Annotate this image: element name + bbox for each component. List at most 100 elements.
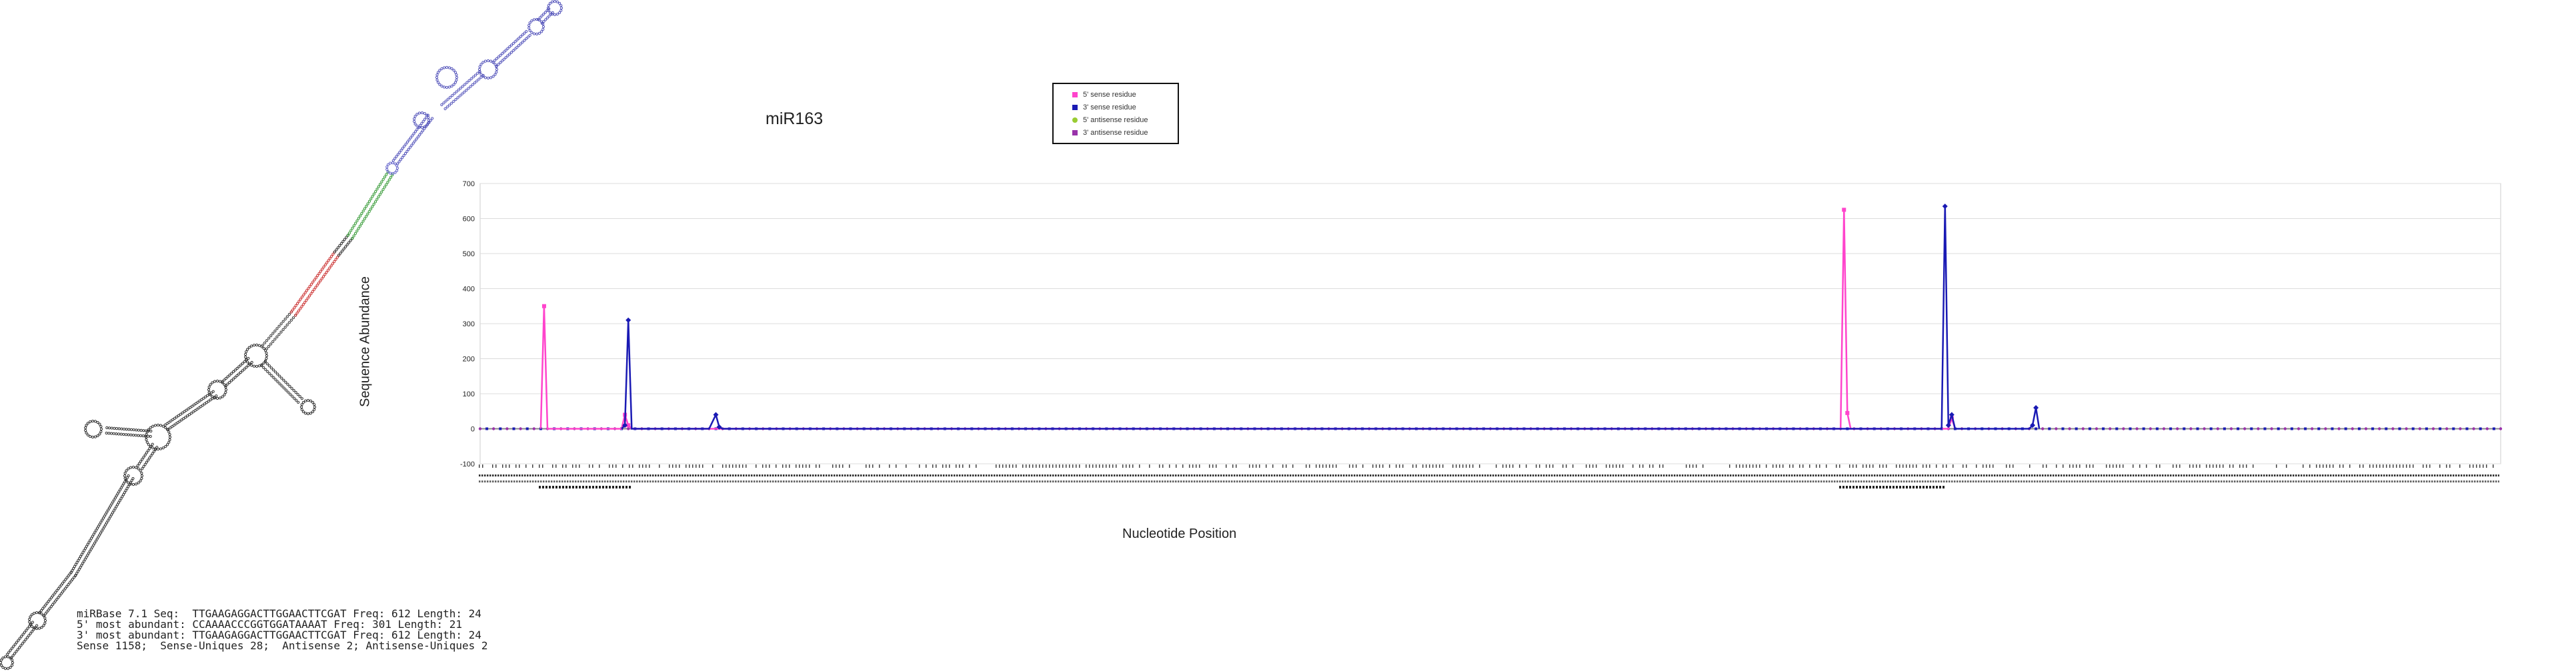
alignment-dot [1252,480,1254,482]
alignment-dot [983,474,985,476]
alignment-tick [509,464,510,468]
read-mark [575,486,577,488]
alignment-tick [1139,464,1140,468]
base [0,661,3,665]
alignment-dot [1236,474,1238,476]
base [365,215,368,218]
alignment-dot [572,474,574,476]
base [283,318,287,321]
alignment-dot [2287,474,2289,476]
alignment-dot [1900,480,1902,482]
alignment-dot [1007,474,1009,476]
alignment-dot [732,480,734,482]
alignment-dot [2455,480,2457,482]
base [224,376,227,380]
alignment-dot [1399,474,1401,476]
base [471,75,475,79]
alignment-dot [1708,480,1710,482]
alignment-dot [1332,474,1334,476]
base [28,620,31,624]
alignment-dot [732,474,734,476]
base [99,430,103,433]
alignment-dot [1983,474,1985,476]
alignment-dot [2405,474,2407,476]
alignment-dot [900,480,902,482]
alignment-dot [1591,480,1593,482]
base [377,195,380,199]
alignment-dot [2399,480,2401,482]
alignment-tick [1282,464,1284,468]
base [415,124,419,127]
alignment-dot [1306,480,1308,482]
base [525,37,528,41]
alignment-dot [1898,474,1900,476]
alignment-dot [2018,474,2020,476]
alignment-dot [1642,480,1644,482]
alignment-dot [1970,480,1972,482]
alignment-dot [1111,480,1113,482]
alignment-dot [1751,480,1753,482]
base [250,344,253,348]
alignment-dot [1959,474,1961,476]
base [289,318,293,322]
base [215,396,219,400]
alignment-dot [615,474,617,476]
alignment-dot [906,480,908,482]
baseline-point [2257,427,2260,430]
alignment-dot [1623,480,1625,482]
alignment-tick [996,464,997,468]
read-mark [1866,486,1868,488]
alignment-dot [1911,480,1913,482]
alignment-dot [1738,474,1740,476]
alignment-dot [1183,480,1185,482]
alignment-dot [1570,480,1572,482]
alignment-dot [1879,480,1881,482]
alignment-dot [505,474,507,476]
base [523,39,526,42]
alignment-dot [2402,480,2404,482]
alignment-dot [2167,480,2169,482]
alignment-tick [676,464,677,468]
alignment-dot [706,480,708,482]
alignment-dot [585,480,587,482]
alignment-dot [2125,474,2127,476]
alignment-tick [969,464,970,468]
alignment-dot [1562,474,1564,476]
alignment-tick [1879,464,1880,468]
base [481,61,485,64]
alignment-dot [724,474,726,476]
alignment-dot [1204,474,1206,476]
alignment-tick [2373,464,2374,468]
base [207,385,211,389]
alignment-tick [2383,464,2384,468]
alignment-dot [2250,474,2252,476]
alignment-dot [2461,474,2463,476]
alignment-dot [2402,474,2404,476]
alignment-dot [1167,474,1169,476]
alignment-dot [2026,480,2028,482]
alignment-dot [1015,480,1017,482]
alignment-dot [2445,480,2447,482]
base [328,266,331,270]
base [142,455,145,459]
alignment-dot [986,474,988,476]
alignment-dot [1754,480,1756,482]
alignment-dot [1290,474,1292,476]
base [211,381,214,384]
alignment-dot [1292,474,1294,476]
base [465,89,468,92]
alignment-dot [759,480,761,482]
base [122,427,126,431]
alignment-tick [2219,464,2221,468]
alignment-tick [502,464,503,468]
alignment-dot [2023,474,2025,476]
alignment-dot [543,480,545,482]
base [35,611,39,615]
alignment-dot [1260,480,1262,482]
base [419,131,423,135]
alignment-dot [1023,474,1025,476]
alignment-dot [1791,474,1793,476]
alignment-tick [2286,464,2287,468]
base [285,323,289,326]
base [137,481,140,484]
